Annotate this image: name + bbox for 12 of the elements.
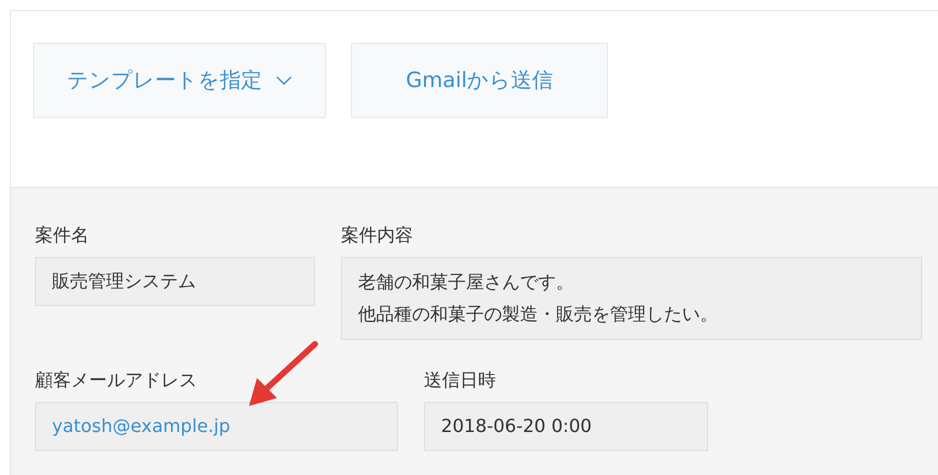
- template-dropdown[interactable]: テンプレートを指定: [33, 43, 326, 118]
- field-value: 2018-06-20 0:00: [441, 414, 593, 438]
- send-button[interactable]: Gmailから送信: [351, 43, 608, 118]
- field-label: 送信日時: [424, 370, 497, 392]
- field-value: 老舗の和菓子屋さんです。: [358, 270, 575, 294]
- field-label: 顧客メールアドレス: [35, 370, 198, 392]
- field-label: 案件名: [35, 225, 90, 247]
- field-label: 案件内容: [341, 225, 414, 247]
- field-value: 販売管理システム: [52, 270, 197, 294]
- chevron-down-icon: [276, 76, 292, 86]
- email-link[interactable]: yatosh@example.jp: [52, 410, 381, 442]
- field-value: 他品種の和菓子の製造・販売を管理したい。: [358, 302, 719, 326]
